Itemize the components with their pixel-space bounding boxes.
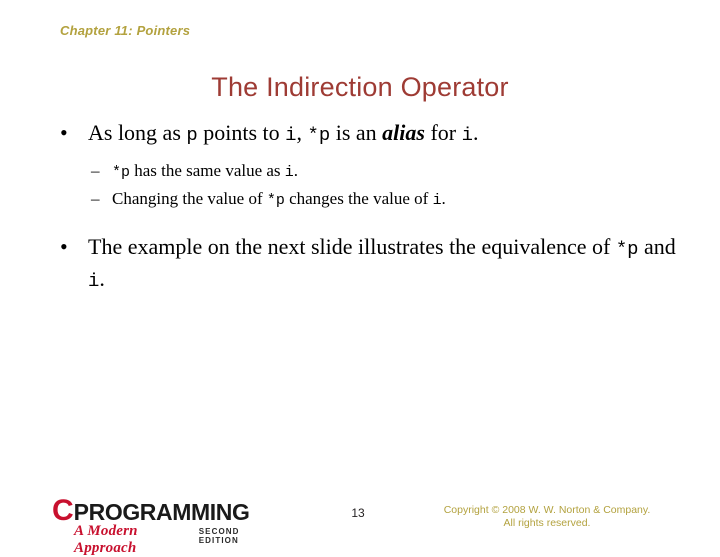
sub-bullet-item-1: – *p has the same value as i. (0, 158, 720, 186)
sub-bullet-2-seg-3: . (441, 189, 446, 208)
code-star-p-2: *p (112, 165, 130, 181)
copyright-line-1: Copyright © 2008 W. W. Norton & Company. (443, 504, 651, 516)
logo-subtitle-line: A Modern Approach SECOND EDITION (52, 523, 274, 557)
logo-word-programming: PROGRAMMING (73, 499, 250, 525)
bullet-1-seg-5: for (424, 120, 462, 145)
slide-body: • As long as p points to i, *p is an ali… (0, 118, 720, 296)
bullet-1-seg-4: is an (330, 120, 383, 145)
bullet-1-seg-3: , (296, 120, 308, 145)
bullet-marker-icon: • (60, 120, 68, 145)
emphasis-alias: alias (382, 120, 425, 145)
bullet-2-text: The example on the next slide illustrate… (88, 234, 676, 292)
bullet-marker-icon-2: • (60, 234, 68, 259)
sub-bullet-1-seg-2: . (293, 161, 299, 180)
sub-bullet-item-2: – Changing the value of *p changes the v… (0, 186, 720, 214)
spacer-after-bullet-1 (0, 150, 720, 158)
dash-marker-icon-1: – (91, 161, 100, 180)
sub-bullet-2-text: Changing the value of *p changes the val… (112, 189, 446, 209)
sub-bullet-1-seg-1: has the same value as (129, 161, 285, 180)
code-p-1: p (186, 124, 198, 146)
logo-subtitle: A Modern Approach (74, 523, 138, 556)
logo-edition-label: SECOND EDITION (198, 527, 240, 545)
code-star-p-4: *p (615, 238, 639, 260)
bullet-2-seg-3: . (99, 266, 105, 291)
copyright-line-2: All rights reserved. (503, 517, 591, 529)
sub-bullet-2-seg-1: Changing the value of (112, 189, 267, 208)
code-i-2: i (461, 124, 473, 146)
code-i-4: i (432, 193, 442, 209)
sub-bullet-2-seg-2: changes the value of (284, 189, 433, 208)
bullet-1-seg-6: . (472, 120, 479, 145)
code-i-3: i (284, 165, 294, 181)
code-star-p-1: *p (307, 124, 331, 146)
bullet-1-text: As long as p points to i, *p is an alias… (88, 120, 479, 146)
bullet-1-seg-2: points to (197, 120, 286, 145)
slide-canvas: Chapter 11: Pointers The Indirection Ope… (0, 0, 720, 557)
bullet-2-seg-2: and (638, 234, 676, 259)
copyright-notice: Copyright © 2008 W. W. Norton & Company.… (406, 504, 688, 530)
code-i-5: i (88, 270, 100, 292)
code-i-1: i (285, 124, 297, 146)
page-title: The Indirection Operator (211, 72, 509, 102)
logo-letter-c: C (52, 494, 74, 527)
logo-title-line: C PROGRAMMING (52, 494, 274, 527)
book-logo: C PROGRAMMING A Modern Approach SECOND E… (52, 494, 274, 557)
chapter-header: Chapter 11: Pointers (60, 23, 191, 38)
bullet-2-seg-1: The example on the next slide illustrate… (88, 234, 616, 259)
dash-marker-icon-2: – (91, 189, 100, 208)
bullet-item-2: • The example on the next slide illustra… (0, 232, 720, 296)
bullet-item-1: • As long as p points to i, *p is an ali… (0, 118, 720, 150)
page-number: 13 (351, 506, 365, 520)
spacer-before-bullet-2 (0, 214, 720, 232)
code-star-p-3: *p (266, 193, 285, 209)
sub-bullet-1-text: *p has the same value as i. (112, 161, 299, 181)
bullet-1-seg-1: As long as (88, 120, 187, 145)
